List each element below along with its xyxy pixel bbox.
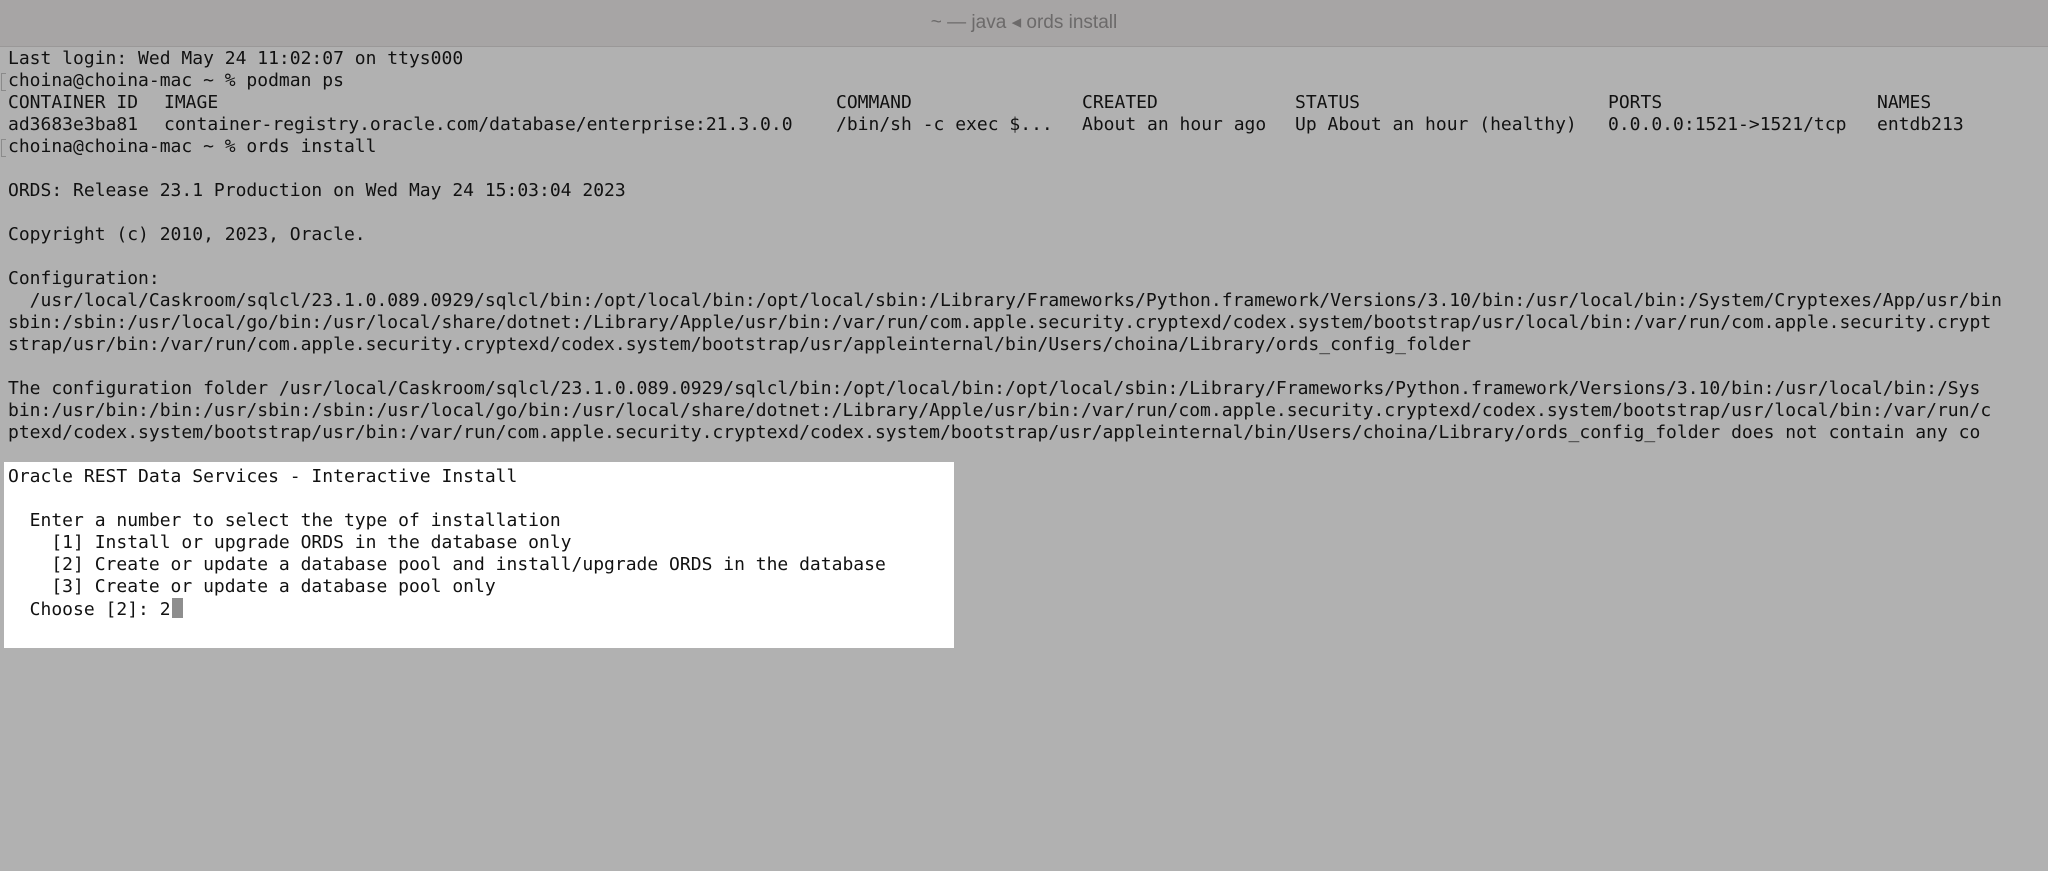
title-bar[interactable]: ~ — java ◂ ords install (0, 0, 2048, 47)
config-folder-message-line-1: The configuration folder /usr/local/Cask… (8, 378, 1981, 399)
last-login-line: Last login: Wed May 24 11:02:07 on ttys0… (8, 48, 464, 69)
install-option-3: [3] Create or update a database pool onl… (8, 576, 496, 597)
config-folder-message-line-3: ptexd/codex.system/bootstrap/usr/bin:/va… (8, 422, 1981, 443)
config-folder-message-line-2: bin:/usr/bin:/bin:/usr/sbin:/sbin:/usr/l… (8, 400, 1992, 421)
install-heading: Oracle REST Data Services - Interactive … (8, 466, 518, 487)
choose-prompt-line[interactable]: Choose [2]: 2 (8, 598, 183, 620)
prompt-marker-icon (1, 139, 6, 157)
header-image: IMAGE (164, 92, 219, 113)
configuration-path-line-1: /usr/local/Caskroom/sqlcl/23.1.0.089.092… (8, 290, 2002, 311)
terminal-output[interactable]: Last login: Wed May 24 11:02:07 on ttys0… (0, 48, 2048, 871)
configuration-path-line-2: sbin:/sbin:/usr/local/go/bin:/usr/local/… (8, 312, 1992, 333)
header-created: CREATED (1082, 92, 1158, 113)
header-ports: PORTS (1608, 92, 1663, 113)
header-names: NAMES (1877, 92, 1932, 113)
text-cursor (171, 598, 183, 618)
cell-command: /bin/sh -c exec $... (836, 114, 1053, 135)
cell-image: container-registry.oracle.com/database/e… (164, 114, 793, 135)
install-option-1: [1] Install or upgrade ORDS in the datab… (8, 532, 572, 553)
choose-prompt-label: Choose [2]: (8, 599, 160, 620)
configuration-path-line-3: strap/usr/bin:/var/run/com.apple.securit… (8, 334, 1471, 355)
header-container-id: CONTAINER ID (8, 92, 139, 113)
copyright-line: Copyright (c) 2010, 2023, Oracle. (8, 224, 366, 245)
terminal-window: ~ — java ◂ ords install Last login: Wed … (0, 0, 2048, 871)
cell-created: About an hour ago (1082, 114, 1267, 135)
cell-status: Up About an hour (healthy) (1295, 114, 1577, 135)
cell-container-id: ad3683e3ba81 (8, 114, 139, 135)
choose-input-value[interactable]: 2 (160, 599, 171, 620)
cell-names: entdb213 (1877, 114, 1964, 135)
command-podman-ps: choina@choina-mac ~ % podman ps (8, 70, 344, 91)
header-command: COMMAND (836, 92, 912, 113)
cell-ports: 0.0.0.0:1521->1521/tcp (1608, 114, 1847, 135)
prompt-marker-icon (1, 73, 6, 91)
window-title: ~ — java ◂ ords install (930, 12, 1118, 33)
install-instruction: Enter a number to select the type of ins… (8, 510, 561, 531)
configuration-label: Configuration: (8, 268, 160, 289)
header-status: STATUS (1295, 92, 1361, 113)
command-ords-install: choina@choina-mac ~ % ords install (8, 136, 377, 157)
release-line: ORDS: Release 23.1 Production on Wed May… (8, 180, 626, 201)
install-option-2: [2] Create or update a database pool and… (8, 554, 886, 575)
